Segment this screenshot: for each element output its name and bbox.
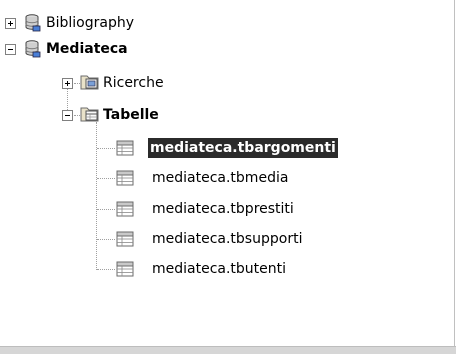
- tree-connector: [96, 122, 98, 270]
- tree-node-label-tbprestiti[interactable]: mediateca.tbprestiti: [150, 199, 296, 219]
- tree-view[interactable]: Bibliography Mediateca Ricerche Tabelle: [0, 0, 455, 346]
- tree-node-label-ricerche[interactable]: Ricerche: [101, 73, 166, 93]
- bottom-scrollbar-strip[interactable]: [0, 346, 456, 354]
- tree-node-label-mediateca[interactable]: Mediateca: [44, 39, 130, 59]
- expand-toggle-bibliography[interactable]: [5, 18, 16, 29]
- tree-node-label-tbutenti[interactable]: mediateca.tbutenti: [150, 259, 288, 279]
- expand-toggle-ricerche[interactable]: [62, 78, 73, 89]
- queries-folder-icon: [80, 75, 99, 90]
- database-icon: [25, 40, 41, 58]
- tree-node-label-tbmedia[interactable]: mediateca.tbmedia: [150, 168, 290, 188]
- tree-connector: [97, 269, 115, 271]
- tree-connector: [97, 148, 115, 150]
- collapse-toggle-mediateca[interactable]: [5, 44, 16, 55]
- collapse-toggle-tabelle[interactable]: [62, 110, 73, 121]
- table-icon: [116, 140, 134, 156]
- tree-node-label-tbsupporti[interactable]: mediateca.tbsupporti: [150, 229, 304, 249]
- tree-node-label-tabelle[interactable]: Tabelle: [101, 105, 161, 125]
- table-icon: [116, 170, 134, 186]
- table-icon: [116, 231, 134, 247]
- table-icon: [116, 261, 134, 277]
- tables-folder-icon: [80, 107, 99, 122]
- tree-connector: [97, 178, 115, 180]
- tree-connector: [97, 209, 115, 211]
- tree-node-label-tbargomenti[interactable]: mediateca.tbargomenti: [148, 138, 338, 158]
- table-icon: [116, 201, 134, 217]
- database-icon: [25, 14, 41, 32]
- tree-node-label-bibliography[interactable]: Bibliography: [44, 13, 136, 33]
- tree-connector: [97, 239, 115, 241]
